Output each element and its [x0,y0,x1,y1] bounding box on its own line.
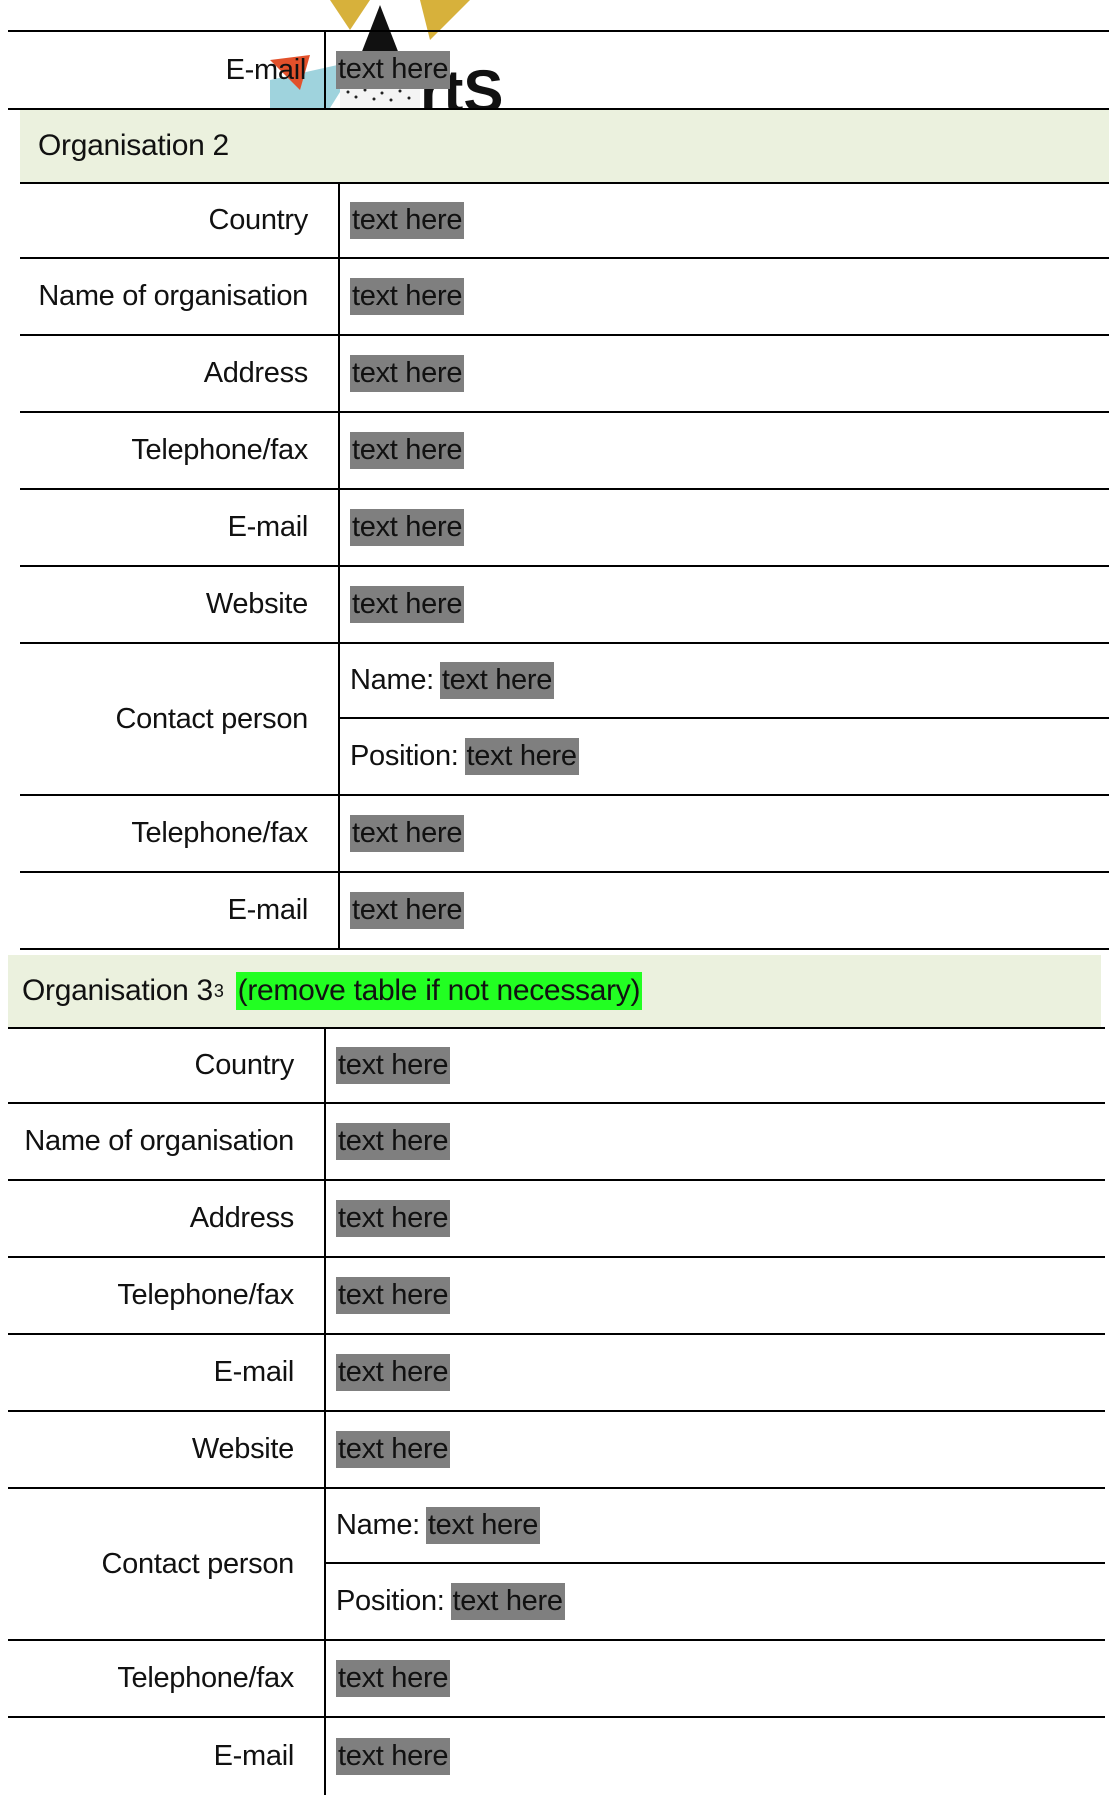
footnote-mark: 3 [213,980,224,1001]
remove-table-note: (remove table if not necessary) [235,972,643,1010]
contact-name-field[interactable]: text here [425,1506,541,1545]
row-label: E-mail [8,1718,326,1795]
contact-name-label: Name: [350,664,434,696]
row-label: Website [20,567,340,642]
table-row-contact-person: Contact person Name: text here Position:… [8,1489,1105,1641]
table-row: Name of organisation text here [20,259,1109,336]
table-row: E-mail text here [8,30,1109,110]
row-label: Country [20,184,340,257]
text-field[interactable]: text here [336,1276,451,1315]
row-label: Telephone/fax [8,1641,326,1716]
table-row: Telephone/fax text here [20,413,1109,490]
text-field[interactable]: text here [336,1046,451,1085]
table-row: Telephone/fax text here [8,1641,1105,1718]
row-label: E-mail [8,1335,326,1410]
row-label: Name of organisation [8,1104,326,1179]
section-header-org2: Organisation 2 [20,110,1109,182]
text-field[interactable]: text here [350,201,465,240]
org2-table: Country text here Name of organisation t… [20,182,1109,950]
table-row: Address text here [8,1181,1105,1258]
table-row: Website text here [8,1412,1105,1489]
text-field[interactable]: text here [336,1659,451,1698]
text-field[interactable]: text here [350,814,465,853]
table-row: Telephone/fax text here [20,796,1109,873]
section-title: Organisation 3 [22,974,213,1007]
row-label: E-mail [20,490,340,565]
text-field[interactable]: text here [350,277,465,316]
section-header-org3: Organisation 33 (remove table if not nec… [8,955,1101,1027]
table-row: Name of organisation text here [8,1104,1105,1181]
table-row: Address text here [20,336,1109,413]
row-label: E-mail [8,32,326,108]
contact-position-field[interactable]: text here [464,737,579,776]
row-label: Telephone/fax [20,413,340,488]
text-field[interactable]: text here [350,585,465,624]
contact-position-label: Position: [350,740,459,772]
text-field[interactable]: text here [336,1353,451,1392]
text-field[interactable]: text here [336,1737,451,1776]
text-field[interactable]: text here [350,508,465,547]
row-label: Website [8,1412,326,1487]
row-label: Telephone/fax [8,1258,326,1333]
row-label: Telephone/fax [20,796,340,871]
table-row: Country text here [8,1027,1105,1104]
text-field[interactable]: text here [350,891,465,930]
row-label: Name of organisation [20,259,340,334]
row-label: Address [8,1181,326,1256]
text-field[interactable]: text here [350,431,465,470]
contact-position-field[interactable]: text here [450,1582,565,1621]
table-row: E-mail text here [8,1335,1105,1412]
text-field[interactable]: text here [336,1122,451,1161]
text-field[interactable]: text here [350,354,465,393]
table-row-contact-person: Contact person Name: text here Position:… [20,644,1109,796]
contact-name-field[interactable]: text here [439,661,555,700]
table-row: Telephone/fax text here [8,1258,1105,1335]
table-row: E-mail text here [20,490,1109,567]
document-page: rtS E-mail text here Organisation 2 Coun… [0,0,1109,1795]
section-title: Organisation 2 [38,129,229,162]
text-field[interactable]: text here [336,1199,451,1238]
contact-name-label: Name: [336,1509,420,1541]
table-row: Website text here [20,567,1109,644]
row-label: Contact person [8,1489,326,1639]
table-row: E-mail text here [20,873,1109,950]
text-field[interactable]: text here [336,1430,451,1469]
row-label: E-mail [20,873,340,948]
org3-table: Country text here Name of organisation t… [8,1027,1105,1795]
row-label: Address [20,336,340,411]
contact-position-label: Position: [336,1585,445,1617]
text-field[interactable]: text here [336,51,451,89]
table-row: E-mail text here [8,1718,1105,1795]
row-label: Country [8,1029,326,1102]
row-label: Contact person [20,644,340,794]
table-row: Country text here [20,182,1109,259]
